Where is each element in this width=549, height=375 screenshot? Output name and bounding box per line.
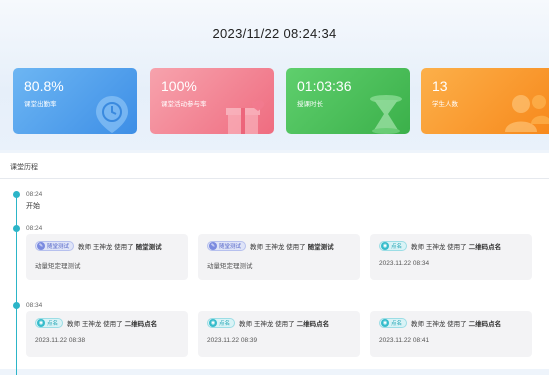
- badge-label: 随堂测试: [47, 244, 70, 250]
- timeline-time: 08:34: [26, 302, 43, 309]
- stat-card-students: 13 学生人数: [421, 68, 549, 134]
- event-teacher: 教师 王神龙 使用了: [78, 244, 134, 251]
- quiz-icon: ✎: [209, 242, 217, 250]
- quiz-icon: ✎: [37, 242, 45, 250]
- stat-card-duration: 01:03:36 授课时长: [286, 68, 410, 134]
- badge-label: 随堂测试: [219, 244, 242, 250]
- event-detail: 2023.11.22 08:34: [379, 260, 430, 267]
- timeline-time: 08:24: [26, 191, 43, 198]
- rollcall-badge: ◉ 点名: [379, 241, 408, 251]
- event-teacher: 教师 王神龙 使用了: [411, 321, 467, 328]
- timeline-dot: [13, 191, 20, 198]
- badge-label: 点名: [219, 321, 231, 327]
- divider: [0, 178, 549, 179]
- event-teacher: 教师 王神龙 使用了: [67, 321, 123, 328]
- event-card[interactable]: ◉ 点名 教师 王神龙 使用了 二维码点名 2023.11.22 08:34: [370, 234, 532, 280]
- stat-card-participation: 100% 课堂活动参与率: [150, 68, 274, 134]
- stat-label: 课堂出勤率: [24, 101, 57, 108]
- event-action: 二维码点名: [124, 321, 158, 328]
- stat-value: 80.8%: [24, 78, 64, 94]
- stat-value: 100%: [161, 78, 197, 94]
- quiz-badge: ✎ 随堂测试: [207, 241, 247, 251]
- panel-title: 课堂历程: [10, 164, 38, 171]
- event-action: 二维码点名: [468, 244, 502, 251]
- clock-icon: [96, 96, 128, 133]
- event-detail: 2023.11.22 08:39: [207, 337, 258, 344]
- event-action: 随堂测试: [135, 244, 162, 251]
- hourglass-icon: [370, 95, 402, 134]
- event-card[interactable]: ◉ 点名 教师 王神龙 使用了 二维码点名 2023.11.22 08:38: [26, 311, 188, 357]
- event-teacher: 教师 王神龙 使用了: [239, 321, 295, 328]
- stat-value: 01:03:36: [297, 78, 352, 94]
- rollcall-badge: ◉ 点名: [35, 318, 64, 328]
- badge-label: 点名: [47, 321, 59, 327]
- event-teacher: 教师 王神龙 使用了: [250, 244, 306, 251]
- event-card[interactable]: ✎ 随堂测试 教师 王神龙 使用了 随堂测试 动量矩定理测试: [198, 234, 360, 280]
- rollcall-badge: ◉ 点名: [207, 318, 236, 328]
- rollcall-icon: ◉: [37, 319, 45, 327]
- event-action: 二维码点名: [296, 321, 330, 328]
- event-card[interactable]: ◉ 点名 教师 王神龙 使用了 二维码点名 2023.11.22 08:41: [370, 311, 532, 357]
- timeline-dot: [13, 225, 20, 232]
- stat-label: 授课时长: [297, 101, 323, 108]
- event-detail: 2023.11.22 08:38: [35, 337, 86, 344]
- event-card[interactable]: ◉ 点名 教师 王神龙 使用了 二维码点名 2023.11.22 08:39: [198, 311, 360, 357]
- people-icon: [505, 95, 549, 132]
- event-detail: 动量矩定理测试: [35, 263, 81, 270]
- timeline-dot: [13, 302, 20, 309]
- event-action: 二维码点名: [468, 321, 502, 328]
- badge-label: 点名: [391, 244, 403, 250]
- stat-label: 学生人数: [432, 101, 458, 108]
- badge-label: 点名: [391, 321, 403, 327]
- rollcall-icon: ◉: [381, 319, 389, 327]
- event-action: 随堂测试: [307, 244, 334, 251]
- quiz-badge: ✎ 随堂测试: [35, 241, 75, 251]
- rollcall-badge: ◉ 点名: [379, 318, 408, 328]
- current-datetime: 2023/11/22 08:24:34: [212, 26, 337, 41]
- timeline-start-text: 开始: [26, 203, 40, 210]
- gift-box-icon: [226, 100, 265, 134]
- rollcall-icon: ◉: [381, 242, 389, 250]
- event-detail: 2023.11.22 08:41: [379, 337, 430, 344]
- event-teacher: 教师 王神龙 使用了: [411, 244, 467, 251]
- class-history-panel: 课堂历程 08:24 开始 08:24 ✎ 随堂测试 教师 王神龙 使用了 随堂测…: [0, 153, 549, 375]
- rollcall-icon: ◉: [209, 319, 217, 327]
- stat-value: 13: [432, 78, 448, 94]
- timeline-time: 08:24: [26, 225, 43, 232]
- stat-label: 课堂活动参与率: [161, 101, 207, 108]
- timeline-line: [16, 195, 17, 375]
- event-card[interactable]: ✎ 随堂测试 教师 王神龙 使用了 随堂测试 动量矩定理测试: [26, 234, 188, 280]
- stat-card-attendance: 80.8% 课堂出勤率: [13, 68, 137, 134]
- event-detail: 动量矩定理测试: [207, 263, 253, 270]
